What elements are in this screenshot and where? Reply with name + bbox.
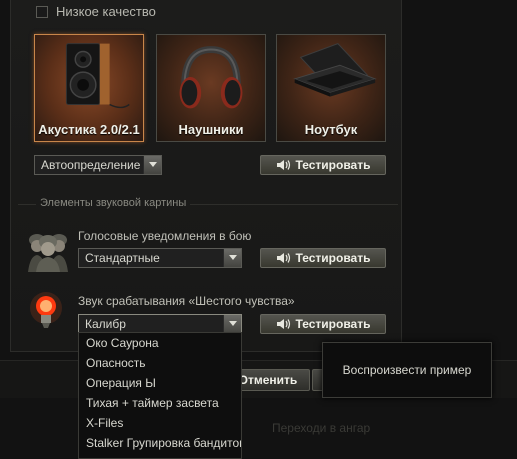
section-title: Элементы звуковой картины (36, 197, 191, 209)
chevron-down-icon[interactable] (223, 249, 241, 267)
test-voice-button[interactable]: Тестировать (260, 248, 386, 268)
laptop-icon (293, 43, 377, 97)
voice-select-value: Стандартные (85, 251, 160, 265)
voice-notifications-label: Голосовые уведомления в бою (78, 229, 252, 243)
dropdown-option[interactable]: Око Саурона (79, 333, 241, 353)
test-button-label: Тестировать (295, 158, 371, 172)
lightbulb-icon (30, 292, 62, 328)
speaker-volume-icon (276, 253, 290, 263)
voice-notifications-select[interactable]: Стандартные (78, 248, 242, 268)
low-quality-row[interactable]: Низкое качество (36, 4, 156, 19)
speaker-volume-icon (276, 160, 290, 170)
chevron-down-icon[interactable] (223, 315, 241, 333)
speaker-volume-icon (276, 319, 290, 329)
dropdown-option[interactable]: Опасность (79, 353, 241, 373)
test-sixth-sense-button[interactable]: Тестировать (260, 314, 386, 334)
test-button-label: Тестировать (295, 251, 371, 265)
tooltip-text: Воспроизвести пример (342, 363, 472, 377)
low-quality-label: Низкое качество (56, 4, 156, 19)
device-select-value: Автоопределение (41, 158, 141, 172)
play-sample-tooltip: Воспроизвести пример (322, 342, 492, 398)
device-card-speakers[interactable]: Акустика 2.0/2.1 (34, 34, 144, 142)
faded-footer-text: Переходи в ангар (272, 421, 371, 435)
device-card-headphones[interactable]: Наушники (156, 34, 266, 142)
chevron-down-icon[interactable] (143, 156, 161, 174)
dropdown-option[interactable]: Операция Ы (79, 373, 241, 393)
device-select[interactable]: Автоопределение (34, 155, 162, 175)
dropdown-option[interactable]: Stalker Групировка бандитов (79, 433, 241, 453)
soldiers-icon (28, 234, 68, 272)
sixth-sense-label: Звук срабатывания «Шестого чувства» (78, 294, 295, 308)
headphones-icon (179, 46, 243, 109)
dropdown-option[interactable]: Тихая + таймер засвета (79, 393, 241, 413)
low-quality-checkbox[interactable] (36, 5, 48, 18)
test-button-label: Тестировать (295, 317, 371, 331)
device-label: Акустика 2.0/2.1 (38, 121, 140, 137)
device-label: Ноутбук (304, 121, 358, 137)
test-device-button[interactable]: Тестировать (260, 155, 386, 175)
sixth-sense-select[interactable]: Калибр (78, 314, 242, 334)
cancel-button-label: Отменить (238, 373, 298, 387)
device-label: Наушники (178, 121, 244, 137)
sixth-sense-select-value: Калибр (85, 317, 126, 331)
dropdown-option[interactable]: X-Files (79, 413, 241, 433)
speaker-icon (65, 43, 130, 109)
sixth-sense-dropdown-list[interactable]: Око Саурона Опасность Операция Ы Тихая +… (78, 332, 242, 459)
device-card-laptop[interactable]: Ноутбук (276, 34, 386, 142)
